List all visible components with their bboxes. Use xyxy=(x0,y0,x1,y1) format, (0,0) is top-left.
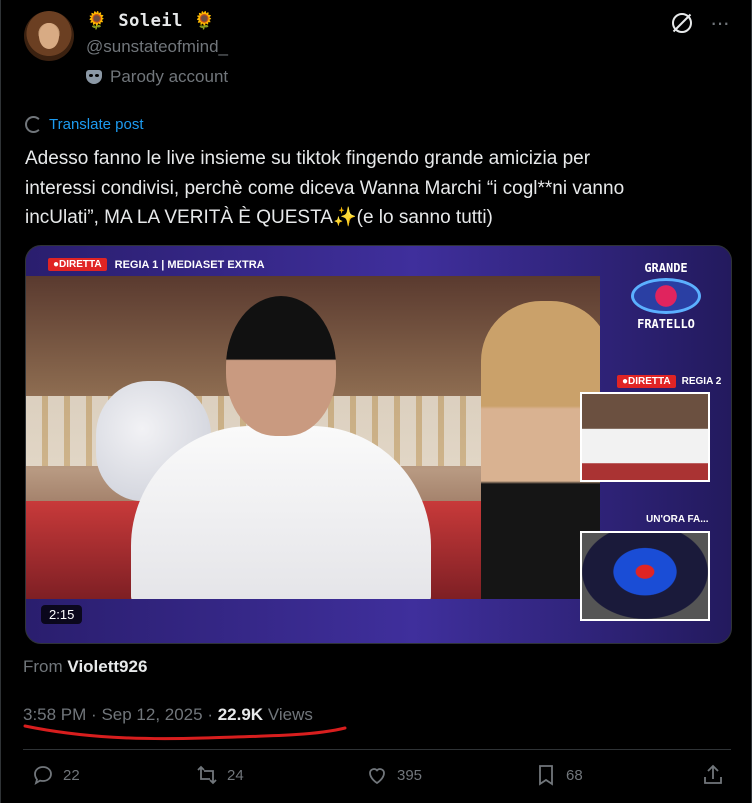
parody-label-text: Parody account xyxy=(110,67,229,86)
like-button[interactable]: 395 xyxy=(365,763,422,787)
share-button[interactable] xyxy=(701,763,725,787)
tweet-line-3-a: incUlati”, MA LA VERITÀ È QUESTA xyxy=(25,207,333,228)
show-logo: GRANDE FRATELLO xyxy=(616,261,716,331)
tweet-line-2: interessi condivisi, perchè come diceva … xyxy=(25,177,625,199)
parody-label: Parody account xyxy=(86,67,228,87)
action-bar: 22 24 395 68 xyxy=(23,763,733,797)
repost-icon xyxy=(197,765,217,785)
channel-label: REGIA 1 | MEDIASET EXTRA xyxy=(114,258,265,271)
bookmark-button[interactable]: 68 xyxy=(534,763,583,787)
translate-post-link[interactable]: Translate post xyxy=(25,116,144,133)
author-name[interactable]: 🌻 Soleil 🌻 xyxy=(86,11,215,31)
video-player[interactable]: ●DIRETTA REGIA 1 | MEDIASET EXTRA GRANDE… xyxy=(25,245,732,644)
avatar-face xyxy=(39,23,59,49)
source-attribution: From Violett926 xyxy=(23,657,147,677)
like-count: 395 xyxy=(397,766,423,784)
source-prefix: From xyxy=(23,657,63,676)
reply-button[interactable]: 22 xyxy=(31,763,80,787)
grok-icon[interactable] xyxy=(672,13,693,33)
person-head xyxy=(226,296,336,436)
repost-button[interactable]: 24 xyxy=(195,763,244,787)
tweet-line-1: Adesso fanno le live insieme su tiktok f… xyxy=(25,148,591,169)
sparkles-icon: ✨ xyxy=(332,207,357,228)
live-badge-2: ●DIRETTA xyxy=(617,375,676,388)
live-badge: ●DIRETTA xyxy=(48,258,107,271)
broadcast-bar: ●DIRETTA REGIA 1 | MEDIASET EXTRA xyxy=(26,258,265,271)
regia2-thumbnail xyxy=(580,392,710,482)
reply-count: 22 xyxy=(63,766,80,784)
tweet-line-3: incUlati”, MA LA VERITÀ È QUESTA✨(e lo s… xyxy=(25,203,725,233)
source-name[interactable]: Violett926 xyxy=(67,657,147,676)
more-icon[interactable]: ··· xyxy=(710,12,730,34)
eye-logo-icon xyxy=(631,278,701,314)
bookmark-count: 68 xyxy=(566,766,583,784)
sunflower-icon: 🌻 xyxy=(193,11,216,31)
eye-thumbnail xyxy=(580,531,710,621)
regia2-text: REGIA 2 xyxy=(681,376,722,387)
tweet-line-3-b: (e lo sanno tutti) xyxy=(356,207,493,228)
regia2-label: ●DIRETTA REGIA 2 xyxy=(617,375,721,388)
mask-icon xyxy=(86,70,102,84)
logo-line-1: GRANDE xyxy=(644,261,688,275)
ora-fa-label: UN'ORA FA... xyxy=(646,514,709,525)
author-display-name: Soleil xyxy=(118,11,183,31)
translate-icon xyxy=(25,116,42,133)
share-icon xyxy=(704,764,722,784)
repost-count: 24 xyxy=(227,766,244,784)
tweet-detail: 🌻 Soleil 🌻 @sunstateofmind_ Parody accou… xyxy=(0,0,752,803)
avatar[interactable] xyxy=(24,11,74,61)
reply-icon xyxy=(34,766,52,785)
video-duration: 2:15 xyxy=(41,605,83,624)
video-frame[interactable] xyxy=(26,276,600,599)
heart-icon xyxy=(369,768,385,785)
sunflower-icon: 🌻 xyxy=(86,11,108,31)
bookmark-icon xyxy=(539,765,553,786)
person-body xyxy=(131,426,431,599)
translate-label: Translate post xyxy=(49,116,144,133)
logo-line-2: FRATELLO xyxy=(637,317,695,331)
header-actions: ··· xyxy=(672,12,730,34)
tweet-text: Adesso fanno le live insieme su tiktok f… xyxy=(25,144,725,233)
red-underline-annotation xyxy=(23,724,347,741)
author-handle[interactable]: @sunstateofmind_ xyxy=(86,37,228,57)
divider xyxy=(23,749,731,750)
